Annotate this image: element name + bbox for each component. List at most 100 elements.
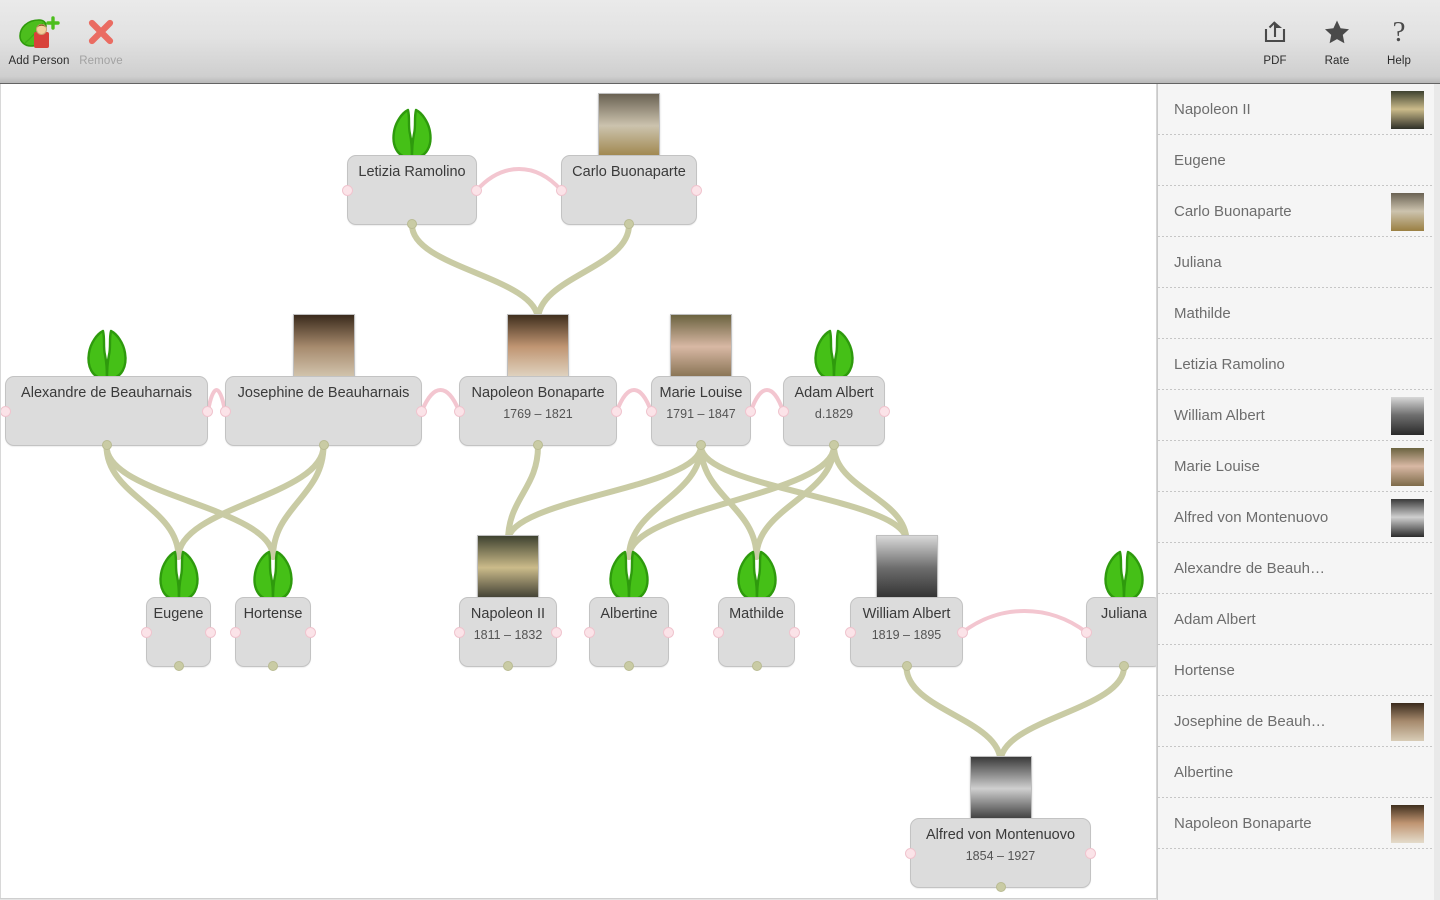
list-item[interactable]: Napoleon II — [1158, 84, 1440, 135]
person-node[interactable]: Adam Albert d.1829 — [778, 329, 890, 450]
person-node[interactable]: Hortense — [230, 550, 316, 671]
child-connector[interactable] — [503, 661, 513, 671]
spouse-connector-right[interactable] — [663, 627, 674, 638]
spouse-connector-right[interactable] — [305, 627, 316, 638]
person-node[interactable]: Letizia Ramolino — [342, 108, 482, 229]
child-connector[interactable] — [624, 219, 634, 229]
person-card[interactable]: Eugene — [141, 597, 216, 671]
spouse-connector-left[interactable] — [230, 627, 241, 638]
person-thumbnail — [1391, 244, 1424, 282]
person-node[interactable]: Juliana — [1081, 550, 1156, 671]
tree-canvas[interactable]: Letizia Ramolino Carlo Buonaparte Alexan… — [0, 84, 1157, 900]
spouse-connector-left[interactable] — [342, 185, 353, 196]
list-item[interactable]: Alfred von Montenuovo — [1158, 492, 1440, 543]
list-item[interactable]: Letizia Ramolino — [1158, 339, 1440, 390]
list-item[interactable]: Alexandre de Beauh… — [1158, 543, 1440, 594]
spouse-connector-left[interactable] — [1081, 627, 1092, 638]
spouse-connector-right[interactable] — [1085, 848, 1096, 859]
person-card[interactable]: Hortense — [230, 597, 316, 671]
spouse-connector-right[interactable] — [202, 406, 213, 417]
remove-button[interactable]: Remove — [70, 12, 132, 67]
person-card[interactable]: Alexandre de Beauharnais — [0, 376, 213, 450]
child-connector[interactable] — [624, 661, 634, 671]
person-card[interactable]: Mathilde — [713, 597, 800, 671]
spouse-connector-right[interactable] — [416, 406, 427, 417]
person-card[interactable]: Alfred von Montenuovo 1854 – 1927 — [905, 818, 1096, 892]
spouse-connector-left[interactable] — [556, 185, 567, 196]
person-node[interactable]: Albertine — [584, 550, 674, 671]
list-item[interactable]: Albertine — [1158, 747, 1440, 798]
child-connector[interactable] — [318, 440, 329, 450]
child-connector[interactable] — [901, 661, 912, 671]
person-card[interactable]: William Albert 1819 – 1895 — [845, 597, 968, 671]
person-node[interactable]: Eugene — [141, 550, 216, 671]
spouse-connector-right[interactable] — [471, 185, 482, 196]
list-item[interactable]: Hortense — [1158, 645, 1440, 696]
child-connector[interactable] — [268, 661, 278, 671]
person-node[interactable]: Mathilde — [713, 550, 800, 671]
rate-button[interactable]: Rate — [1306, 12, 1368, 67]
spouse-connector-right[interactable] — [745, 406, 756, 417]
list-item[interactable]: Mathilde — [1158, 288, 1440, 339]
child-connector[interactable] — [407, 219, 417, 229]
help-button[interactable]: ? Help — [1368, 12, 1430, 67]
spouse-connector-left[interactable] — [220, 406, 231, 417]
list-item[interactable]: Marie Louise — [1158, 441, 1440, 492]
spouse-connector-right[interactable] — [205, 627, 216, 638]
child-connector[interactable] — [696, 440, 706, 450]
list-item[interactable]: Carlo Buonaparte — [1158, 186, 1440, 237]
spouse-connector-left[interactable] — [646, 406, 657, 417]
person-list-name: Albertine — [1174, 764, 1234, 781]
spouse-connector-left[interactable] — [584, 627, 595, 638]
spouse-connector-left[interactable] — [454, 406, 465, 417]
person-node[interactable]: Napoleon Bonaparte 1769 – 1821 — [454, 314, 622, 450]
spouse-connector-left[interactable] — [713, 627, 724, 638]
person-node[interactable]: Alfred von Montenuovo 1854 – 1927 — [905, 756, 1096, 892]
spouse-connector-left[interactable] — [905, 848, 916, 859]
person-node[interactable]: William Albert 1819 – 1895 — [845, 535, 968, 671]
person-node[interactable]: Alexandre de Beauharnais — [0, 329, 213, 450]
list-item[interactable]: Eugene — [1158, 135, 1440, 186]
spouse-connector-left[interactable] — [141, 627, 152, 638]
person-node[interactable]: Marie Louise 1791 – 1847 — [646, 314, 756, 450]
list-item[interactable]: Adam Albert — [1158, 594, 1440, 645]
person-card[interactable]: Albertine — [584, 597, 674, 671]
person-node[interactable]: Carlo Buonaparte — [556, 93, 702, 229]
spouse-connector-right[interactable] — [879, 406, 890, 417]
person-card[interactable]: Napoleon Bonaparte 1769 – 1821 — [454, 376, 622, 450]
person-card[interactable]: Juliana — [1081, 597, 1156, 671]
list-item[interactable]: Juliana — [1158, 237, 1440, 288]
pdf-button[interactable]: PDF — [1244, 12, 1306, 67]
spouse-connector-left[interactable] — [454, 627, 465, 638]
add-person-button[interactable]: Add Person — [8, 12, 70, 67]
person-node[interactable]: Napoleon II 1811 – 1832 — [454, 535, 562, 671]
sidebar-scrollbar[interactable] — [1434, 84, 1440, 900]
child-connector[interactable] — [995, 882, 1006, 892]
person-card[interactable]: Napoleon II 1811 – 1832 — [454, 597, 562, 671]
person-thumbnail — [1391, 346, 1424, 384]
list-item[interactable]: Josephine de Beauh… — [1158, 696, 1440, 747]
child-connector[interactable] — [101, 440, 112, 450]
person-card[interactable]: Carlo Buonaparte — [556, 155, 702, 229]
child-connector[interactable] — [173, 661, 184, 671]
spouse-connector-right[interactable] — [551, 627, 562, 638]
spouse-connector-left[interactable] — [845, 627, 856, 638]
list-item[interactable]: Napoleon Bonaparte — [1158, 798, 1440, 849]
spouse-connector-right[interactable] — [789, 627, 800, 638]
spouse-connector-right[interactable] — [611, 406, 622, 417]
person-card[interactable]: Marie Louise 1791 – 1847 — [646, 376, 756, 450]
spouse-connector-right[interactable] — [691, 185, 702, 196]
person-list-sidebar[interactable]: Napoleon II Eugene Carlo Buonaparte Juli… — [1157, 84, 1440, 900]
spouse-connector-left[interactable] — [0, 406, 11, 417]
person-node[interactable]: Josephine de Beauharnais — [220, 314, 427, 450]
person-card[interactable]: Letizia Ramolino — [342, 155, 482, 229]
person-card[interactable]: Josephine de Beauharnais — [220, 376, 427, 450]
child-connector[interactable] — [533, 440, 543, 450]
person-card[interactable]: Adam Albert d.1829 — [778, 376, 890, 450]
spouse-connector-right[interactable] — [957, 627, 968, 638]
child-connector[interactable] — [1119, 661, 1129, 671]
spouse-connector-left[interactable] — [778, 406, 789, 417]
list-item[interactable]: William Albert — [1158, 390, 1440, 441]
child-connector[interactable] — [829, 440, 839, 450]
child-connector[interactable] — [751, 661, 762, 671]
